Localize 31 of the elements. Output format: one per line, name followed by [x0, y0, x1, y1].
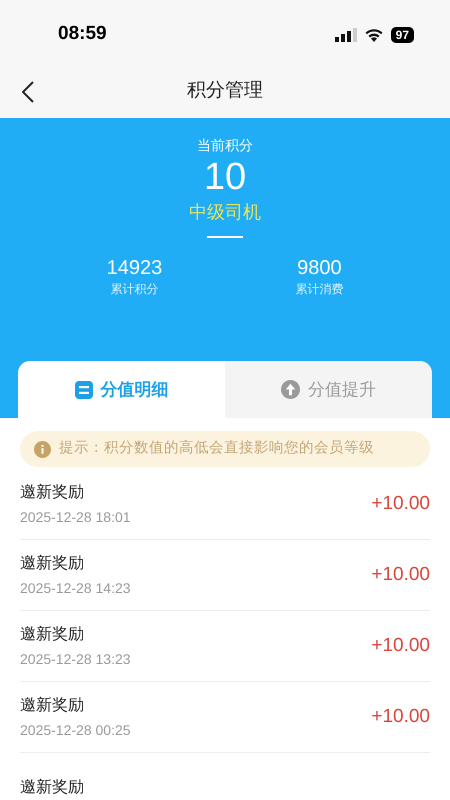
battery-level: 97	[390, 26, 414, 42]
record-title: 邀新奖励	[20, 696, 85, 716]
stat-value: 14923	[106, 256, 162, 280]
record-time: 2025-12-28 18:01	[20, 508, 131, 526]
record-title: 邀新奖励	[20, 778, 84, 798]
signal-icon	[334, 28, 357, 42]
record-title: 邀新奖励	[20, 482, 85, 502]
record-amount: +10.00	[371, 634, 430, 658]
tab[interactable]: 分值提升	[225, 361, 432, 418]
notice-text: 提示：积分数值的高低会直接影响您的会员等级	[59, 438, 374, 458]
record-title: 邀新奖励	[20, 554, 85, 574]
record-amount: +10.00	[371, 704, 430, 729]
status-time: 08:59	[58, 22, 107, 46]
stat-value: 9800	[297, 256, 342, 280]
wifi-icon	[364, 28, 383, 42]
record-time: 2025-12-28 00:25	[20, 720, 131, 738]
current-points: 10	[204, 155, 246, 200]
page-title: 积分管理	[187, 79, 263, 104]
current-points-label: 当前积分	[197, 136, 253, 154]
stat-label: 累计积分	[110, 281, 158, 298]
record-amount: +10.00	[371, 492, 430, 516]
record-amount: +10.00	[371, 562, 430, 587]
record-time: 2025-12-28 14:23	[20, 578, 131, 596]
info-icon	[34, 440, 51, 458]
stat-label: 累计消费	[295, 281, 344, 298]
back-icon	[22, 81, 34, 103]
tab[interactable]: 分值明细	[18, 361, 225, 418]
member-level: 中级司机	[189, 201, 261, 224]
list-icon	[74, 380, 92, 398]
record-title: 邀新奖励	[20, 624, 85, 644]
record-time: 2025-12-28 13:23	[20, 650, 131, 668]
